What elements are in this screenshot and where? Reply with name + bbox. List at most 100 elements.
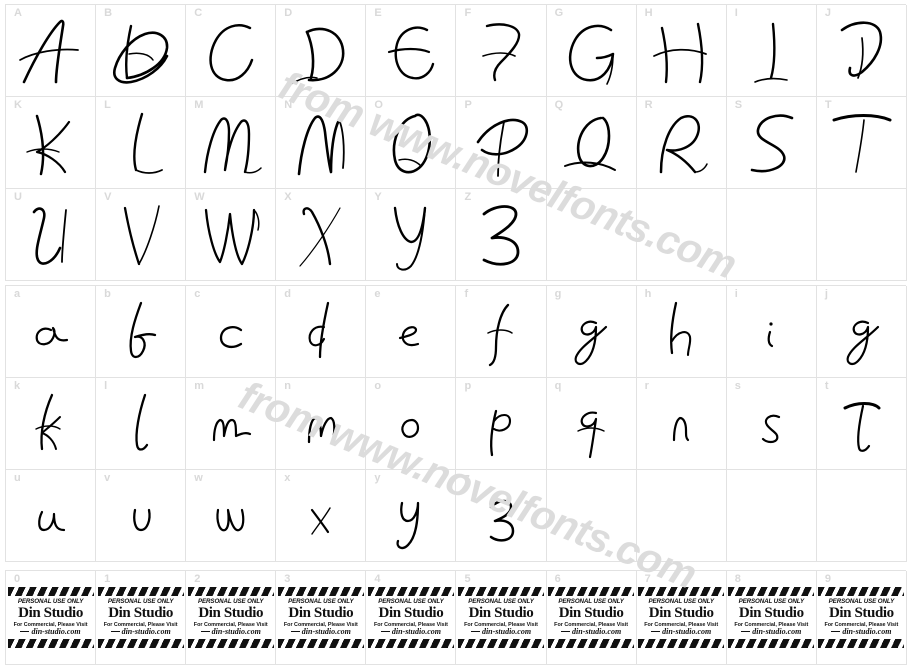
glyph-label: I bbox=[734, 7, 738, 19]
glyph-cell-H[interactable]: H bbox=[636, 5, 727, 97]
glyph-cell-empty[interactable] bbox=[816, 470, 907, 562]
glyph-cell-empty[interactable] bbox=[546, 470, 637, 562]
glyph-art-W bbox=[186, 197, 275, 277]
glyph-cell-empty[interactable] bbox=[636, 189, 727, 281]
glyph-art-A bbox=[6, 13, 95, 93]
glyph-cell-9[interactable]: 9 PERSONAL USE ONLY Din Studio For Comme… bbox=[816, 571, 907, 665]
glyph-cell-t[interactable]: t bbox=[816, 378, 907, 470]
glyph-cell-u[interactable]: u bbox=[6, 470, 97, 562]
license-badge: PERSONAL USE ONLY Din Studio For Commerc… bbox=[277, 586, 364, 649]
glyph-cell-c[interactable]: c bbox=[186, 286, 277, 378]
glyph-cell-W[interactable]: W bbox=[186, 189, 277, 281]
glyph-cell-B[interactable]: B bbox=[96, 5, 187, 97]
glyph-cell-6[interactable]: 6 PERSONAL USE ONLY Din Studio For Comme… bbox=[546, 571, 637, 665]
glyph-cell-C[interactable]: C bbox=[186, 5, 277, 97]
glyph-label: V bbox=[104, 191, 112, 203]
glyph-cell-empty[interactable] bbox=[816, 189, 907, 281]
glyph-cell-k[interactable]: k bbox=[6, 378, 97, 470]
glyph-label: m bbox=[194, 380, 204, 392]
glyph-cell-T[interactable]: T bbox=[816, 97, 907, 189]
glyph-cell-f[interactable]: f bbox=[456, 286, 547, 378]
glyph-cell-8[interactable]: 8 PERSONAL USE ONLY Din Studio For Comme… bbox=[726, 571, 817, 665]
glyph-cell-I[interactable]: I bbox=[726, 5, 817, 97]
glyph-cell-X[interactable]: X bbox=[276, 189, 367, 281]
badge-text-block: PERSONAL USE ONLY Din Studio For Commerc… bbox=[278, 597, 364, 636]
glyph-cell-l[interactable]: l bbox=[96, 378, 187, 470]
glyph-label: h bbox=[644, 288, 652, 300]
glyph-cell-Z[interactable]: Z bbox=[456, 189, 547, 281]
glyph-cell-n[interactable]: n bbox=[276, 378, 367, 470]
glyph-cell-z[interactable]: z bbox=[456, 470, 547, 562]
glyph-cell-4[interactable]: 4 PERSONAL USE ONLY Din Studio For Comme… bbox=[366, 571, 457, 665]
glyph-art-w bbox=[186, 478, 275, 558]
glyph-cell-G[interactable]: G bbox=[546, 5, 637, 97]
badge-studio-name: Din Studio bbox=[558, 605, 624, 622]
glyph-cell-1[interactable]: 1 PERSONAL USE ONLY Din Studio For Comme… bbox=[96, 571, 187, 665]
glyph-cell-3[interactable]: 3 PERSONAL USE ONLY Din Studio For Comme… bbox=[276, 571, 367, 665]
glyph-cell-w[interactable]: w bbox=[186, 470, 277, 562]
glyph-cell-empty[interactable] bbox=[726, 470, 817, 562]
glyph-cell-5[interactable]: 5 PERSONAL USE ONLY Din Studio For Comme… bbox=[456, 571, 547, 665]
glyph-cell-j[interactable]: j bbox=[816, 286, 907, 378]
license-badge: PERSONAL USE ONLY Din Studio For Commerc… bbox=[548, 586, 635, 649]
glyph-cell-y[interactable]: y bbox=[366, 470, 457, 562]
glyph-cell-o[interactable]: o bbox=[366, 378, 457, 470]
glyph-cell-J[interactable]: J bbox=[816, 5, 907, 97]
glyph-cell-i[interactable]: i bbox=[726, 286, 817, 378]
glyph-cell-empty[interactable] bbox=[636, 470, 727, 562]
glyph-label: R bbox=[644, 99, 653, 111]
glyph-cell-b[interactable]: b bbox=[96, 286, 187, 378]
glyph-cell-e[interactable]: e bbox=[366, 286, 457, 378]
glyph-cell-M[interactable]: M bbox=[186, 97, 277, 189]
glyph-label: D bbox=[284, 7, 293, 19]
glyph-cell-Y[interactable]: Y bbox=[366, 189, 457, 281]
glyph-cell-q[interactable]: q bbox=[546, 378, 637, 470]
glyph-art-C bbox=[186, 13, 275, 93]
glyph-label: a bbox=[14, 288, 21, 300]
glyph-art-E bbox=[366, 13, 455, 93]
glyph-cell-a[interactable]: a bbox=[6, 286, 97, 378]
glyph-cell-p[interactable]: p bbox=[456, 378, 547, 470]
badge-studio-name: Din Studio bbox=[198, 605, 264, 622]
glyph-cell-r[interactable]: r bbox=[636, 378, 727, 470]
glyph-cell-s[interactable]: s bbox=[726, 378, 817, 470]
glyph-art-D bbox=[276, 13, 365, 93]
glyph-cell-empty[interactable] bbox=[726, 189, 817, 281]
glyph-cell-R[interactable]: R bbox=[636, 97, 727, 189]
glyph-cell-x[interactable]: x bbox=[276, 470, 367, 562]
glyph-cell-O[interactable]: O bbox=[366, 97, 457, 189]
glyph-cell-F[interactable]: F bbox=[456, 5, 547, 97]
glyph-cell-V[interactable]: V bbox=[96, 189, 187, 281]
glyph-cell-K[interactable]: K bbox=[6, 97, 97, 189]
glyph-cell-L[interactable]: L bbox=[96, 97, 187, 189]
glyph-cell-U[interactable]: U bbox=[6, 189, 97, 281]
glyph-cell-d[interactable]: d bbox=[276, 286, 367, 378]
glyph-cell-D[interactable]: D bbox=[276, 5, 367, 97]
glyph-cell-A[interactable]: A bbox=[6, 5, 97, 97]
glyph-label: N bbox=[284, 99, 293, 111]
glyph-label: T bbox=[824, 99, 832, 111]
glyph-label: Z bbox=[464, 191, 472, 203]
glyph-row: k l m n o p q r s t bbox=[6, 378, 907, 470]
glyph-cell-E[interactable]: E bbox=[366, 5, 457, 97]
glyph-cell-h[interactable]: h bbox=[636, 286, 727, 378]
badge-text-block: PERSONAL USE ONLY Din Studio For Commerc… bbox=[548, 598, 634, 636]
glyph-cell-Q[interactable]: Q bbox=[546, 97, 637, 189]
glyph-art-I bbox=[727, 13, 816, 93]
badge-url-text: din-studio.com bbox=[8, 628, 94, 636]
glyph-cell-empty[interactable] bbox=[546, 189, 637, 281]
glyph-art-X bbox=[276, 197, 365, 277]
glyph-cell-2[interactable]: 2 PERSONAL USE ONLY Din Studio For Comme… bbox=[186, 571, 277, 665]
glyph-cell-P[interactable]: P bbox=[456, 97, 547, 189]
badge-personal-use-text: PERSONAL USE ONLY bbox=[288, 597, 354, 605]
glyph-cell-m[interactable]: m bbox=[186, 378, 277, 470]
glyph-label: q bbox=[554, 380, 562, 392]
glyph-cell-v[interactable]: v bbox=[96, 470, 187, 562]
glyph-cell-0[interactable]: 0 PERSONAL USE ONLY Din Studio For Comme… bbox=[6, 571, 97, 665]
glyph-cell-N[interactable]: N bbox=[276, 97, 367, 189]
badge-personal-use-text: PERSONAL USE ONLY bbox=[828, 597, 895, 605]
glyph-cell-7[interactable]: 7 PERSONAL USE ONLY Din Studio For Comme… bbox=[636, 571, 727, 665]
glyph-label: 7 bbox=[644, 573, 651, 585]
glyph-cell-S[interactable]: S bbox=[726, 97, 817, 189]
glyph-cell-g[interactable]: g bbox=[546, 286, 637, 378]
